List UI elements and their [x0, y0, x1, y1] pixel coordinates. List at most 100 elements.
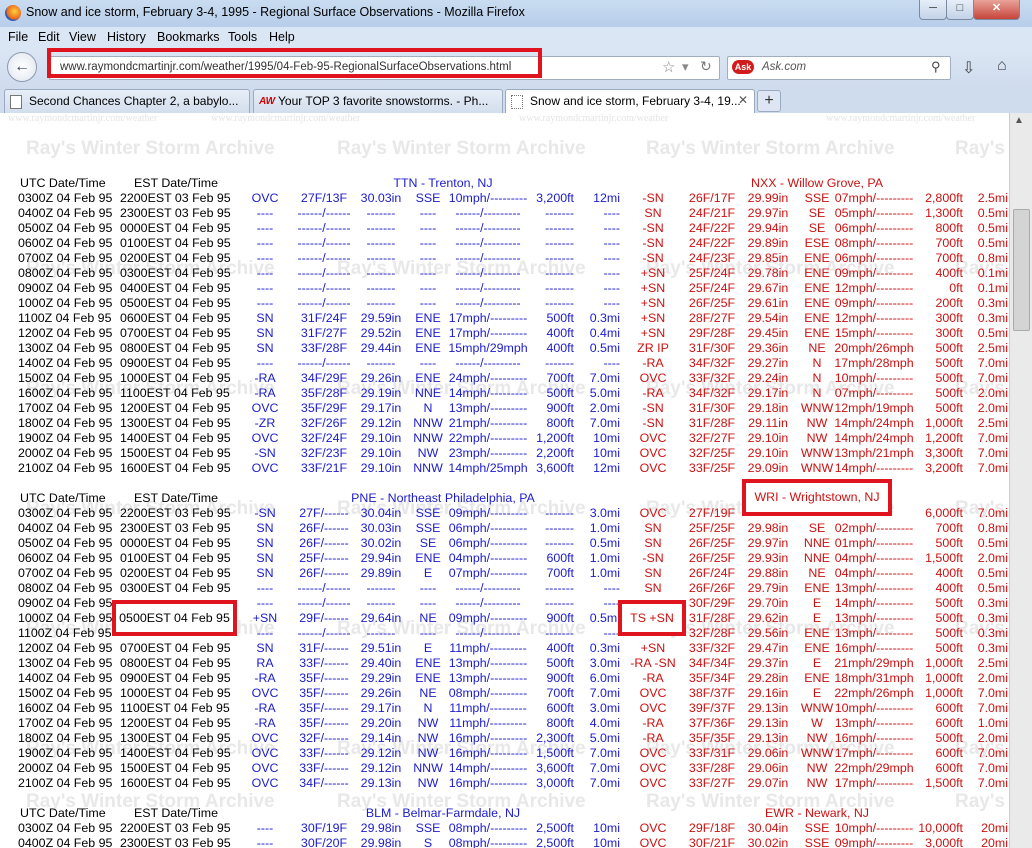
- table-cell: -------: [366, 281, 396, 295]
- table-cell: 07mph/---------: [448, 566, 528, 580]
- table-cell: NE: [419, 686, 437, 700]
- table-cell: NW: [417, 746, 439, 760]
- table-cell: 26F/------: [299, 521, 349, 535]
- table-cell: ----: [419, 596, 437, 610]
- table-cell: 14mph/---------: [834, 596, 914, 610]
- new-tab-button[interactable]: +: [757, 90, 781, 112]
- dropdown-arrow-icon[interactable]: ▾: [682, 59, 689, 75]
- table-cell: 3,200ft: [925, 461, 963, 475]
- table-cell: ----: [256, 236, 274, 250]
- menu-help[interactable]: Help: [269, 30, 295, 44]
- table-cell: 1100Z 04 Feb 95: [18, 626, 112, 640]
- table-cell: 07mph/---------: [834, 386, 914, 400]
- table-cell: NE: [808, 566, 826, 580]
- table-cell: 0300Z 04 Feb 95: [18, 821, 113, 835]
- menu-history[interactable]: History: [107, 30, 146, 44]
- home-icon[interactable]: ⌂: [997, 57, 1007, 75]
- table-cell: ------/---------: [455, 626, 521, 640]
- tab-top3-snowstorms[interactable]: AW Your TOP 3 favorite snowstorms. - Ph.…: [253, 89, 503, 113]
- highlight-box-est: 0500EST 04 Feb 95: [112, 600, 237, 636]
- table-cell: SN: [256, 641, 274, 655]
- watermark-text: Ray's Winter Storm Archive: [26, 138, 275, 159]
- table-cell: SN: [256, 311, 274, 325]
- download-icon[interactable]: ⇩: [962, 58, 975, 78]
- table-cell: 1100EST 04 Feb 95: [120, 701, 230, 715]
- table-cell: 13mph/21mph: [834, 446, 914, 460]
- table-cell: 29F/18F: [688, 821, 736, 835]
- close-button[interactable]: ✕: [973, 0, 1020, 20]
- table-cell: 2.0mi: [977, 731, 1008, 745]
- table-cell: 29.27in: [747, 356, 789, 370]
- table-cell: WNW: [800, 461, 834, 475]
- table-cell: 04mph/---------: [834, 566, 914, 580]
- search-icon[interactable]: ⚲: [931, 59, 941, 75]
- table-cell: 37F/36F: [688, 716, 736, 730]
- table-cell: 700ft: [935, 236, 963, 250]
- table-cell: 7.0mi: [589, 776, 620, 790]
- table-cell: 2000Z 04 Feb 95: [18, 446, 113, 460]
- table-cell: 10mi: [593, 836, 620, 848]
- table-cell: NW: [417, 716, 439, 730]
- table-cell: 29.78in: [747, 266, 789, 280]
- search-placeholder[interactable]: Ask.com: [762, 61, 806, 73]
- table-cell: ----: [419, 581, 437, 595]
- table-cell: 16mph/---------: [834, 731, 914, 745]
- table-cell: 0.5mi: [977, 206, 1008, 220]
- menu-file[interactable]: File: [8, 30, 28, 44]
- vertical-scrollbar[interactable]: ▲: [1009, 113, 1032, 848]
- table-cell: 2100Z 04 Feb 95: [18, 461, 113, 475]
- table-cell: ------/------: [297, 236, 351, 250]
- search-box[interactable]: Ask Ask.com ⚲: [727, 56, 951, 80]
- table-cell: -RA -SN: [630, 656, 676, 670]
- table-cell: OVC: [639, 371, 667, 385]
- table-cell: 400ft: [935, 266, 963, 280]
- back-button[interactable]: ←: [7, 52, 37, 82]
- table-cell: 0.3mi: [977, 641, 1008, 655]
- table-cell: 28F/27F: [688, 311, 736, 325]
- table-cell: 25F/25F: [688, 521, 736, 535]
- table-cell: OVC: [251, 191, 279, 205]
- bookmark-star-icon[interactable]: ☆: [662, 58, 675, 76]
- close-tab-icon[interactable]: ✕: [738, 93, 748, 107]
- menu-bookmarks[interactable]: Bookmarks: [157, 30, 220, 44]
- table-cell: 7.0mi: [977, 431, 1008, 445]
- table-cell: 0.3mi: [977, 596, 1008, 610]
- menu-view[interactable]: View: [69, 30, 96, 44]
- table-cell: 33F/27F: [688, 776, 736, 790]
- table-cell: -------: [545, 626, 574, 640]
- table-cell: OVC: [639, 761, 667, 775]
- table-cell: 13mph/---------: [448, 671, 528, 685]
- menu-edit[interactable]: Edit: [38, 30, 60, 44]
- table-cell: 0400Z 04 Feb 95: [18, 521, 113, 535]
- tab-snow-ice-storm[interactable]: Snow and ice storm, February 3-4, 19... …: [505, 89, 755, 114]
- table-cell: 33F/32F: [688, 371, 736, 385]
- table-cell: 12mi: [593, 461, 620, 475]
- table-cell: OVC: [251, 461, 279, 475]
- table-cell: 06mph/---------: [834, 251, 914, 265]
- maximize-button[interactable]: □: [946, 0, 974, 20]
- table-cell: ------/---------: [455, 206, 521, 220]
- table-cell: -------: [366, 626, 396, 640]
- table-cell: 0.8mi: [977, 521, 1008, 535]
- tab-label: Snow and ice storm, February 3-4, 19...: [530, 94, 741, 108]
- reload-icon[interactable]: ↻: [700, 58, 712, 75]
- table-cell: 06mph/---------: [834, 221, 914, 235]
- tab-second-chances[interactable]: Second Chances Chapter 2, a babylo...: [4, 89, 250, 113]
- table-cell: ----: [419, 206, 437, 220]
- minimize-button[interactable]: ─: [919, 0, 947, 20]
- scroll-up-arrow-icon[interactable]: ▲: [1014, 115, 1024, 126]
- menu-tools[interactable]: Tools: [228, 30, 257, 44]
- tab-label: Second Chances Chapter 2, a babylo...: [29, 94, 239, 108]
- table-cell: 1,500ft: [536, 746, 574, 760]
- table-cell: SSE: [804, 191, 830, 205]
- table-cell: ENE: [804, 641, 830, 655]
- table-cell: 35F/28F: [300, 386, 348, 400]
- table-cell: 27F/19F: [688, 506, 736, 520]
- table-cell: -------: [545, 596, 574, 610]
- table-cell: 14mph/24mph: [834, 431, 914, 445]
- table-cell: 0800EST 04 Feb 95: [120, 656, 231, 670]
- table-cell: NW: [806, 416, 828, 430]
- table-cell: -SN: [642, 551, 664, 565]
- scrollbar-thumb[interactable]: [1013, 209, 1030, 331]
- table-cell: SN: [644, 536, 662, 550]
